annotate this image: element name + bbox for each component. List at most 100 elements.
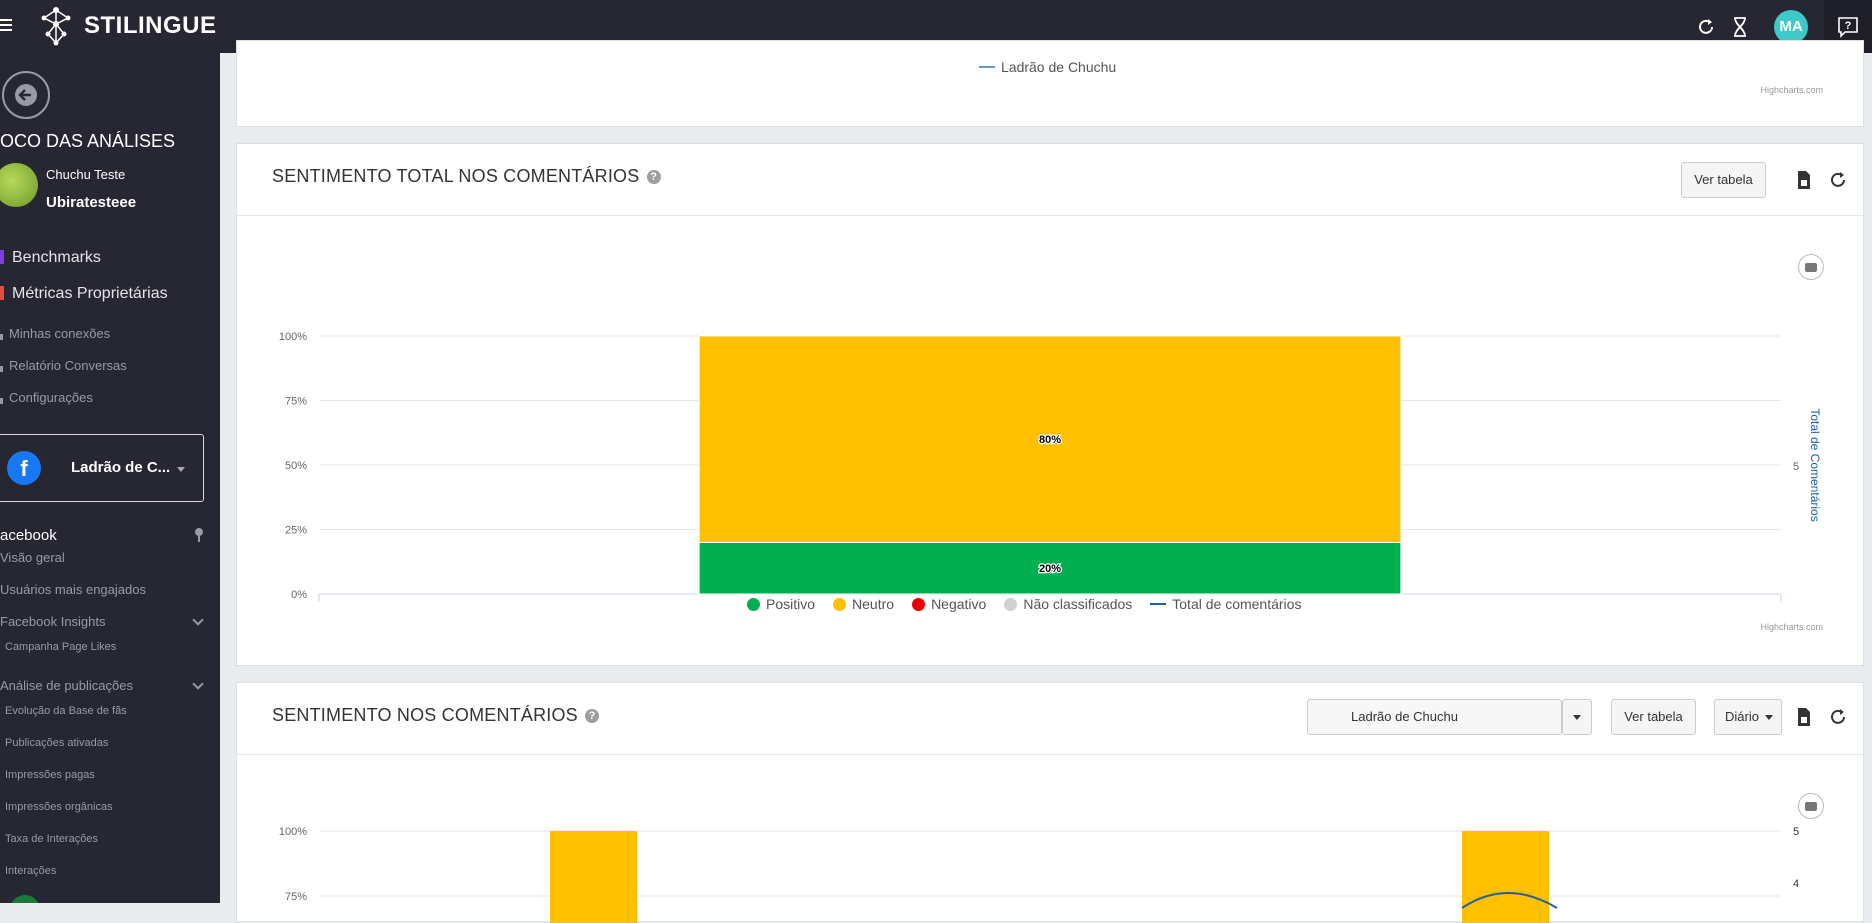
help-circle-icon[interactable]: ?	[646, 170, 661, 184]
svg-text:?: ?	[1845, 20, 1852, 32]
y-tick-label: 75%	[285, 891, 307, 903]
sidebar-item-evolucao[interactable]: Evolução da Base de fãs	[5, 705, 127, 717]
pin-icon[interactable]	[194, 527, 204, 543]
legend-item-4[interactable]: Total de comentários	[1150, 596, 1301, 612]
card-header: SENTIMENTO TOTAL NOS COMENTÁRIOS ? Ver t…	[237, 144, 1863, 216]
y-tick-label: 0%	[291, 589, 307, 601]
sidebar-item-visao-geral[interactable]: Visão geral	[0, 550, 65, 565]
help-circle-icon[interactable]: ?	[585, 709, 600, 723]
sidebar: OCO DAS ANÁLISES Chuchu Teste Ubirateste…	[0, 53, 220, 903]
sidebar-item-publicacoes-ativadas[interactable]: Publicações ativadas	[5, 737, 108, 749]
hourglass-icon[interactable]	[1730, 16, 1750, 37]
sidebar-link-metricas[interactable]: Métricas Proprietárias	[0, 285, 168, 303]
refresh-icon[interactable]	[1828, 707, 1848, 727]
legend-label: Não classificados	[1023, 596, 1133, 612]
connections-icon	[0, 334, 3, 340]
report-icon	[0, 366, 3, 372]
facebook-icon: f	[7, 451, 41, 485]
logo-icon[interactable]	[38, 4, 74, 48]
card-title: SENTIMENTO NOS COMENTÁRIOS ?	[272, 705, 600, 726]
bar-segment-neutro	[550, 831, 637, 923]
legend-dot-icon	[1004, 597, 1018, 611]
data-label: 20%	[1039, 563, 1061, 575]
page-selector[interactable]: f Ladrão de C...	[0, 434, 204, 502]
sidebar-item-interacoes[interactable]: Interações	[5, 865, 56, 877]
sidebar-link-configuracoes[interactable]: Configurações	[0, 390, 93, 405]
hamburger-icon[interactable]	[0, 16, 14, 36]
view-table-button[interactable]: Ver tabela	[1611, 699, 1696, 735]
highcharts-credit[interactable]: Highcharts.com	[1760, 622, 1823, 632]
legend-line-icon	[979, 66, 995, 68]
caret-down-icon	[1573, 715, 1581, 720]
sentiment-total-chart: 100%75%50%25%0%20%80%Ladrão de Chuchu5To…	[279, 331, 1822, 604]
help-icon: ?	[1838, 16, 1858, 38]
benchmarks-icon	[0, 250, 4, 264]
right-axis-title: Total de Comentários	[1808, 408, 1822, 521]
sentiment-total-card: SENTIMENTO TOTAL NOS COMENTÁRIOS ? Ver t…	[236, 143, 1864, 666]
sentiment-comments-card: SENTIMENTO NOS COMENTÁRIOS ? Ladrão de C…	[236, 682, 1864, 923]
highcharts-credit[interactable]: Highcharts.com	[1760, 85, 1823, 95]
legend-item-1[interactable]: Neutro	[833, 596, 894, 612]
right-axis-tick-label: 5	[1793, 826, 1799, 838]
y-tick-label: 50%	[285, 460, 307, 472]
chart-legend: Positivo Neutro Negativo Não classificados T…	[747, 596, 1319, 612]
sentiment-daily-chart: 100% 75% 5 4	[279, 826, 1799, 923]
y-tick-label: 25%	[285, 525, 307, 537]
back-button[interactable]	[2, 71, 50, 119]
sidebar-link-benchmarks[interactable]: Benchmarks	[0, 249, 101, 267]
card-title: SENTIMENTO TOTAL NOS COMENTÁRIOS ?	[272, 166, 661, 187]
sidebar-item-impressoes-pagas[interactable]: Impressões pagas	[5, 769, 95, 781]
page-filter-select[interactable]: Ladrão de Chuchu	[1307, 699, 1562, 735]
arrow-left-icon	[15, 84, 37, 106]
right-axis-tick-label: 4	[1793, 878, 1799, 890]
metrics-icon	[0, 286, 4, 300]
brand-name[interactable]: STILINGUE	[84, 12, 217, 40]
sidebar-item-usuarios[interactable]: Usuários mais engajados	[0, 582, 146, 597]
user-avatar[interactable]: MA	[1774, 9, 1808, 44]
account-avatar	[0, 163, 38, 207]
view-table-button[interactable]: Ver tabela	[1681, 162, 1766, 198]
refresh-icon[interactable]	[1696, 17, 1716, 37]
previous-chart-legend[interactable]: Ladrão de Chuchu	[979, 59, 1116, 75]
right-axis-tick-label: 5	[1793, 461, 1799, 473]
network-title: acebook	[0, 527, 57, 544]
caret-down-icon	[1765, 715, 1773, 720]
legend-item-3[interactable]: Não classificados	[1004, 596, 1132, 612]
legend-line-icon	[1150, 603, 1167, 605]
bar-segment-neutro	[1462, 831, 1549, 923]
user-name: Chuchu Teste	[46, 167, 126, 182]
sidebar-status-dot	[10, 895, 40, 903]
page-filter-dropdown-button[interactable]	[1562, 699, 1592, 735]
legend-label: Negativo	[931, 596, 987, 612]
export-file-icon[interactable]	[1794, 170, 1814, 190]
legend-label: Total de comentários	[1172, 596, 1302, 612]
export-file-icon[interactable]	[1794, 707, 1814, 727]
sidebar-item-analise-publicacoes[interactable]: Análise de publicações	[0, 678, 133, 693]
previous-chart-card: Ladrão de Chuchu Highcharts.com	[236, 40, 1864, 127]
legend-label: Neutro	[852, 596, 895, 612]
legend-dot-icon	[747, 597, 760, 611]
legend-item-2[interactable]: Negativo	[912, 596, 986, 612]
refresh-icon[interactable]	[1828, 170, 1848, 190]
sidebar-link-relatorio[interactable]: Relatório Conversas	[0, 358, 127, 373]
y-tick-label: 100%	[279, 331, 307, 343]
legend-item-0[interactable]: Positivo	[747, 596, 815, 612]
y-tick-label: 100%	[279, 826, 307, 838]
data-label: 80%	[1039, 434, 1061, 446]
sidebar-item-impressoes-organicas[interactable]: Impressões orgânicas	[5, 801, 113, 813]
chevron-down-icon[interactable]	[192, 678, 204, 690]
legend-dot-icon	[833, 597, 847, 611]
sidebar-link-conexoes[interactable]: Minhas conexões	[0, 326, 110, 341]
legend-dot-icon	[912, 597, 926, 611]
legend-label: Positivo	[766, 596, 816, 612]
chevron-down-icon[interactable]	[192, 614, 204, 626]
page-selector-label: Ladrão de C...	[71, 459, 171, 476]
sidebar-item-campanha[interactable]: Campanha Page Likes	[5, 641, 116, 653]
caret-down-icon	[177, 467, 185, 472]
sidebar-item-facebook-insights[interactable]: Facebook Insights	[0, 614, 106, 629]
sidebar-item-taxa-interacoes[interactable]: Taxa de Interações	[5, 833, 98, 845]
account-name: Ubiratesteee	[46, 194, 137, 211]
period-dropdown[interactable]: Diário	[1714, 699, 1782, 735]
sidebar-title: OCO DAS ANÁLISES	[0, 131, 176, 151]
card-header: SENTIMENTO NOS COMENTÁRIOS ? Ladrão de C…	[237, 683, 1863, 755]
